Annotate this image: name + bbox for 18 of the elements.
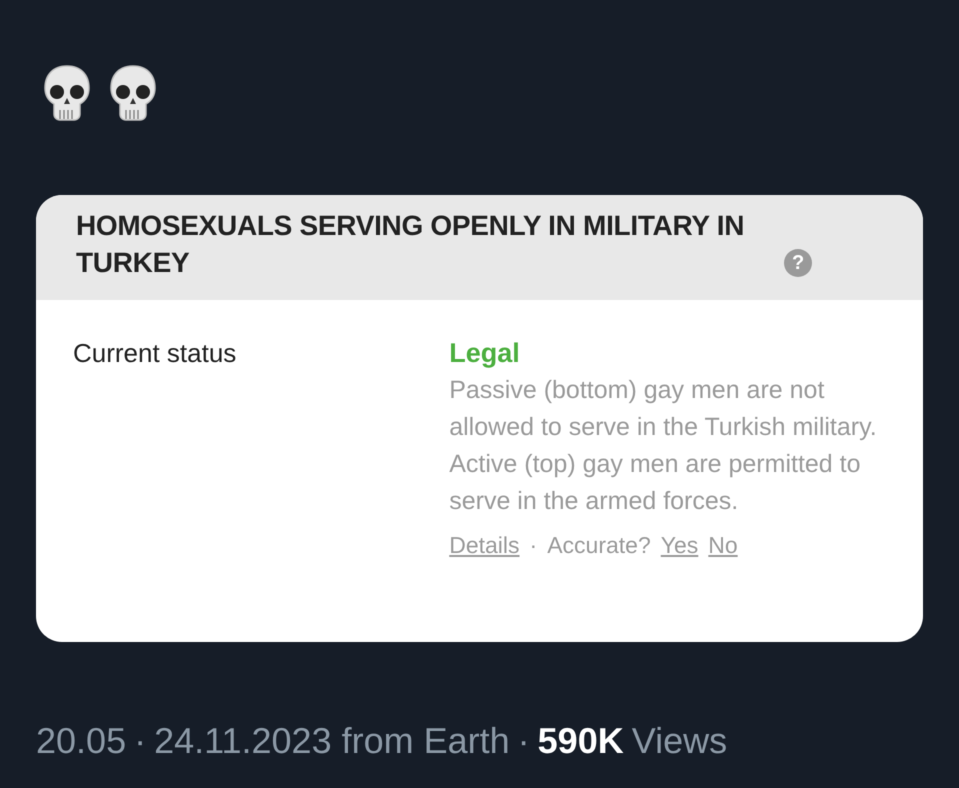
help-icon[interactable]: ? xyxy=(784,249,812,277)
status-value: Legal xyxy=(449,337,520,370)
views-label: Views xyxy=(632,719,728,763)
answer-link[interactable]: Yes xyxy=(660,528,698,562)
post-time: 20.05 xyxy=(36,719,126,763)
separator: · xyxy=(134,719,146,763)
separator: · xyxy=(518,719,530,763)
card-title: HOMOSEXUALS SERVING OPENLY IN MILITARY IN TURKEY xyxy=(76,209,746,280)
details-link[interactable]: Details xyxy=(449,528,520,562)
row-label: Current status xyxy=(73,337,238,370)
skull-icon xyxy=(42,64,92,122)
post-date: 24.11.2023 from Earth xyxy=(154,719,510,763)
accurate-question: Accurate? xyxy=(547,531,651,560)
separator: · xyxy=(530,531,538,560)
answer-link[interactable]: No xyxy=(708,528,738,562)
skull-icon xyxy=(108,64,158,122)
status-description: Passive (bottom) gay men are not allowed to serve in the Turkish military. Active (top) gay men are permitted to serve in the armed forces. xyxy=(449,375,878,517)
views-count: 590K xyxy=(538,719,624,763)
